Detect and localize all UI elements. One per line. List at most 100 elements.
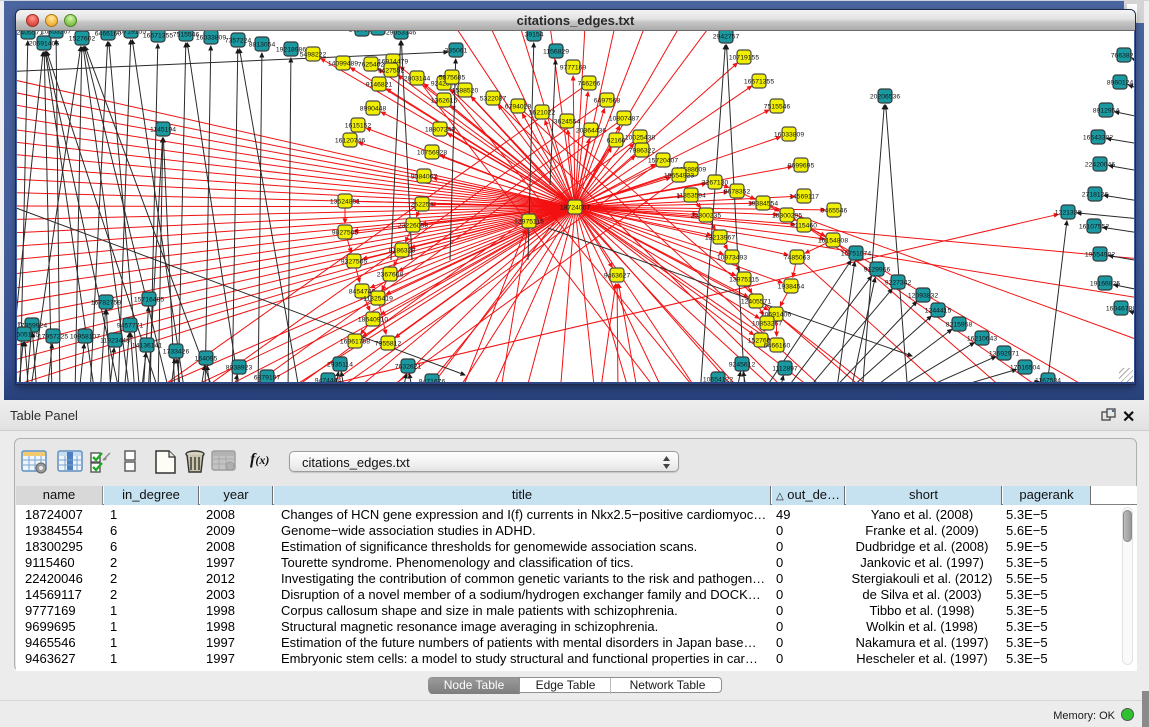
svg-text:1167534: 1167534 <box>1035 378 1061 383</box>
svg-text:9327505: 9327505 <box>341 259 368 266</box>
svg-text:16543382: 16543382 <box>1083 135 1113 142</box>
svg-text:9084067: 9084067 <box>411 174 438 181</box>
svg-text:11325419: 11325419 <box>363 296 393 303</box>
svg-text:10025438: 10025438 <box>625 135 655 142</box>
svg-text:18807249: 18807249 <box>425 127 455 134</box>
svg-text:12505135: 12505135 <box>17 332 39 339</box>
svg-text:10719155: 10719155 <box>729 55 759 62</box>
svg-text:3624554: 3624554 <box>554 119 581 126</box>
svg-text:16107552: 16107552 <box>1079 224 1109 231</box>
svg-text:9245612: 9245612 <box>729 362 756 369</box>
svg-text:1156829: 1156829 <box>543 49 569 56</box>
svg-text:19654982: 19654982 <box>1085 252 1115 259</box>
svg-text:1588520: 1588520 <box>452 88 479 95</box>
svg-text:5322037: 5322037 <box>480 96 507 103</box>
svg-text:10756928: 10756928 <box>417 150 447 157</box>
svg-text:5498222: 5498222 <box>300 52 327 59</box>
svg-text:13524851: 13524851 <box>330 199 360 206</box>
svg-text:2367608: 2367608 <box>377 272 404 279</box>
svg-text:1938454: 1938454 <box>778 284 805 291</box>
svg-text:16033809: 16033809 <box>774 132 804 139</box>
svg-text:29053346: 29053346 <box>386 31 416 37</box>
svg-text:9427552: 9427552 <box>378 68 405 75</box>
svg-text:23300235: 23300235 <box>691 213 721 220</box>
svg-text:8471676: 8471676 <box>419 379 446 383</box>
svg-text:14136141: 14136141 <box>132 343 162 350</box>
svg-text:7485063: 7485063 <box>784 255 811 262</box>
svg-text:17016504: 17016504 <box>1010 365 1040 372</box>
svg-text:20691406: 20691406 <box>29 41 59 48</box>
svg-text:6879197: 6879197 <box>254 375 281 382</box>
svg-text:9463627: 9463627 <box>604 273 631 280</box>
svg-text:9699695: 9699695 <box>788 163 815 170</box>
svg-text:16961758: 16961758 <box>340 339 370 346</box>
svg-text:7632621: 7632621 <box>395 364 422 371</box>
svg-text:8938923: 8938923 <box>226 365 253 372</box>
svg-text:23226058: 23226058 <box>398 223 428 230</box>
svg-text:18640910: 18640910 <box>358 317 388 324</box>
svg-text:9474444: 9474444 <box>315 378 342 383</box>
svg-text:8215958: 8215958 <box>946 322 973 329</box>
svg-text:9146821: 9146821 <box>366 82 393 89</box>
svg-text:6497568: 6497568 <box>594 98 621 105</box>
svg-text:16671355: 16671355 <box>143 33 173 40</box>
svg-text:6794028: 6794028 <box>505 104 532 111</box>
svg-text:11923448: 11923448 <box>100 338 130 345</box>
svg-text:1733426: 1733426 <box>163 349 190 356</box>
svg-text:1244415: 1244415 <box>925 308 952 315</box>
svg-text:9465546: 9465546 <box>821 208 848 215</box>
svg-text:9777169: 9777169 <box>560 65 587 72</box>
svg-text:22420046: 22420046 <box>1085 162 1115 169</box>
svg-text:16033809: 16033809 <box>196 35 226 42</box>
svg-text:10958107: 10958107 <box>70 334 100 341</box>
svg-text:252254: 252254 <box>411 202 434 209</box>
svg-text:8990448: 8990448 <box>360 106 387 113</box>
svg-text:9457771: 9457771 <box>117 323 144 330</box>
svg-text:746266: 746266 <box>578 81 601 88</box>
svg-text:13975115: 13975115 <box>729 277 759 284</box>
svg-text:2803144: 2803144 <box>404 76 431 83</box>
svg-text:7663822: 7663822 <box>1111 53 1134 60</box>
svg-text:9227342: 9227342 <box>885 280 912 287</box>
svg-text:10654122: 10654122 <box>703 377 733 383</box>
svg-text:8813054: 8813054 <box>249 42 276 49</box>
svg-text:16154808: 16154808 <box>818 238 848 245</box>
svg-text:1145194: 1145194 <box>150 127 176 134</box>
svg-text:1112897: 1112897 <box>772 366 798 373</box>
svg-text:15751074: 15751074 <box>841 251 871 258</box>
svg-text:2942757: 2942757 <box>713 34 740 41</box>
svg-text:11353594: 11353594 <box>676 193 706 200</box>
svg-text:39154: 39154 <box>525 32 544 39</box>
svg-text:1362615: 1362615 <box>431 98 458 105</box>
svg-text:12213967: 12213967 <box>705 235 735 242</box>
svg-text:16046788: 16046788 <box>1106 306 1134 313</box>
svg-text:62160: 62160 <box>607 138 626 145</box>
svg-text:20364436: 20364436 <box>576 128 606 135</box>
svg-text:2935114: 2935114 <box>327 362 353 369</box>
svg-text:10853267: 10853267 <box>752 321 782 328</box>
svg-text:3267130: 3267130 <box>702 180 729 187</box>
svg-text:17957225: 17957225 <box>38 334 68 341</box>
svg-text:10719155: 10719155 <box>116 31 146 36</box>
svg-text:16671355: 16671355 <box>744 79 774 86</box>
svg-text:19384554: 19384554 <box>748 201 778 208</box>
svg-text:13692971: 13692971 <box>989 351 1019 358</box>
svg-text:1527602: 1527602 <box>69 36 96 43</box>
svg-text:335061: 335061 <box>445 48 468 55</box>
svg-text:9827505: 9827505 <box>332 230 359 237</box>
svg-text:20206536: 20206536 <box>870 94 900 101</box>
svg-text:2718126: 2718126 <box>1082 192 1109 199</box>
svg-text:12405571: 12405571 <box>741 299 771 306</box>
svg-text:9115460: 9115460 <box>791 223 817 230</box>
svg-text:14569117: 14569117 <box>789 194 819 201</box>
svg-text:7986322: 7986322 <box>629 148 656 155</box>
svg-text:1221336: 1221336 <box>1055 210 1082 217</box>
svg-text:16210643: 16210643 <box>967 336 997 343</box>
svg-text:10853267: 10853267 <box>41 31 71 36</box>
svg-text:6466160: 6466160 <box>764 343 791 350</box>
svg-text:12975115: 12975115 <box>514 219 544 226</box>
svg-text:16782759: 16782759 <box>91 300 121 307</box>
svg-text:18724007: 18724007 <box>560 205 590 212</box>
svg-text:10807487: 10807487 <box>609 116 639 123</box>
svg-text:7357224: 7357224 <box>225 38 252 45</box>
